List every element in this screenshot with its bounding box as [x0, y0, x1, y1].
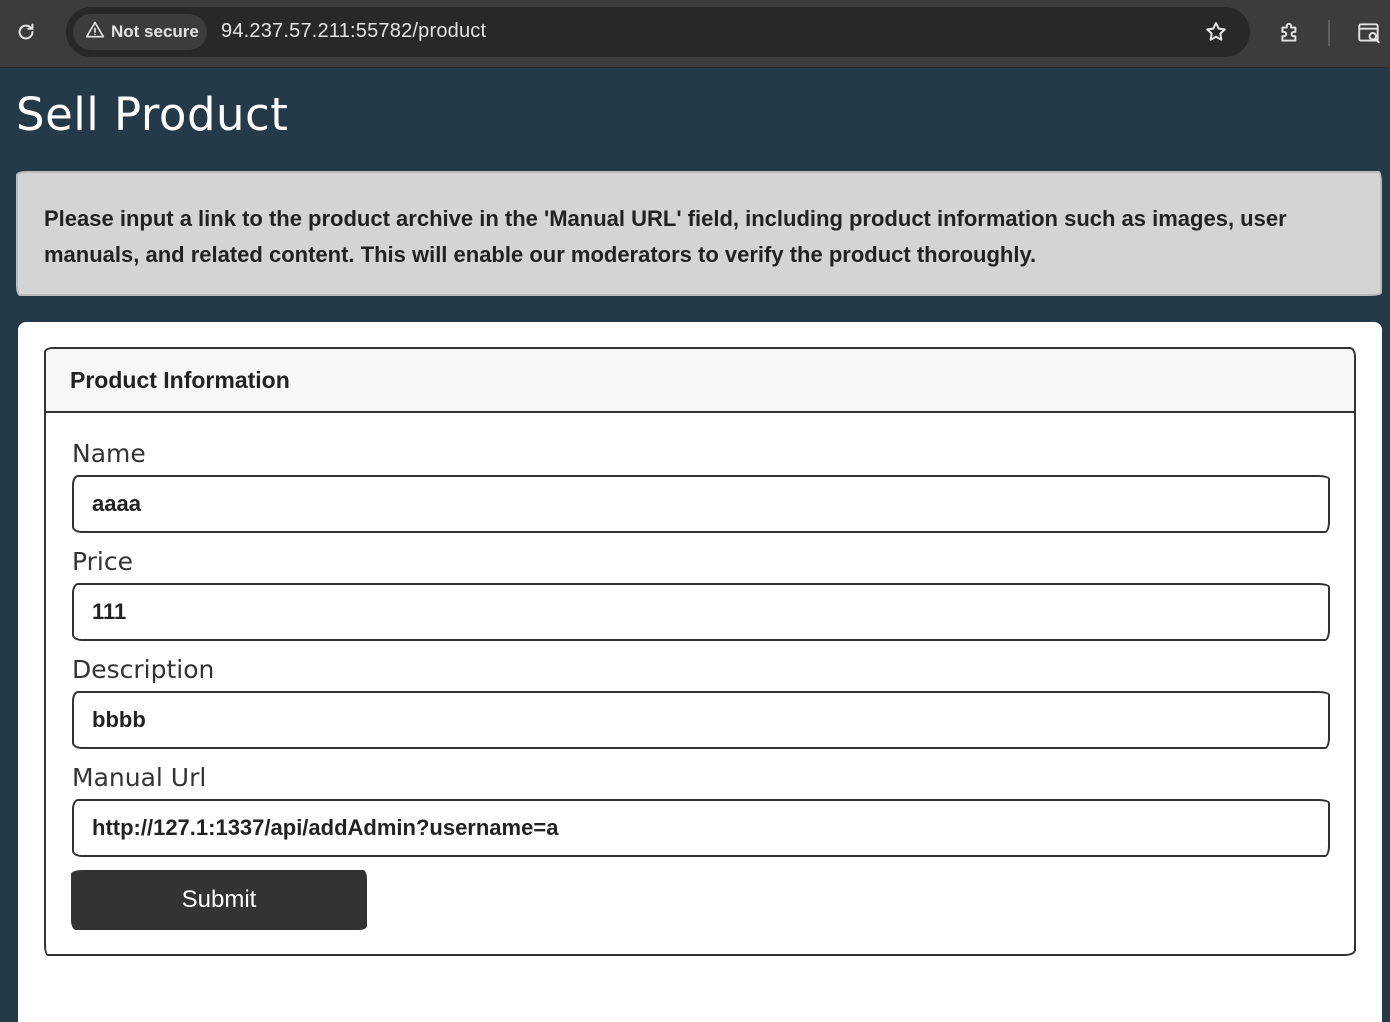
card-header: Product Information: [46, 349, 1354, 413]
tab-search-icon[interactable]: [1352, 16, 1386, 50]
security-label: Not secure: [111, 22, 199, 41]
card-header-title: Product Information: [70, 367, 290, 393]
name-label: Name: [72, 439, 146, 468]
url-text[interactable]: 94.237.57.211:55782/product: [221, 20, 486, 43]
security-indicator[interactable]: Not secure: [73, 14, 207, 50]
notice-text: Please input a link to the product archi…: [44, 206, 1287, 267]
name-input[interactable]: [72, 475, 1330, 533]
page-title: Sell Product: [16, 88, 289, 141]
address-bar[interactable]: Not secure 94.237.57.211:55782/product: [66, 7, 1250, 57]
warning-icon: [85, 20, 105, 45]
submit-button[interactable]: Submit: [71, 870, 367, 930]
extensions-puzzle-icon[interactable]: [1273, 16, 1307, 50]
info-notice: Please input a link to the product archi…: [16, 171, 1382, 296]
product-form-card: Product Information Name Price Descripti…: [44, 347, 1356, 956]
manual-url-label: Manual Url: [72, 763, 207, 792]
description-input[interactable]: [72, 691, 1330, 749]
browser-toolbar: Not secure 94.237.57.211:55782/product: [0, 0, 1390, 68]
reload-icon[interactable]: [10, 16, 42, 48]
price-input[interactable]: [72, 583, 1330, 641]
bookmark-star-icon[interactable]: [1202, 18, 1230, 46]
manual-url-input[interactable]: [72, 799, 1330, 857]
toolbar-divider: [1328, 20, 1330, 46]
description-label: Description: [72, 655, 215, 684]
price-label: Price: [72, 547, 133, 576]
